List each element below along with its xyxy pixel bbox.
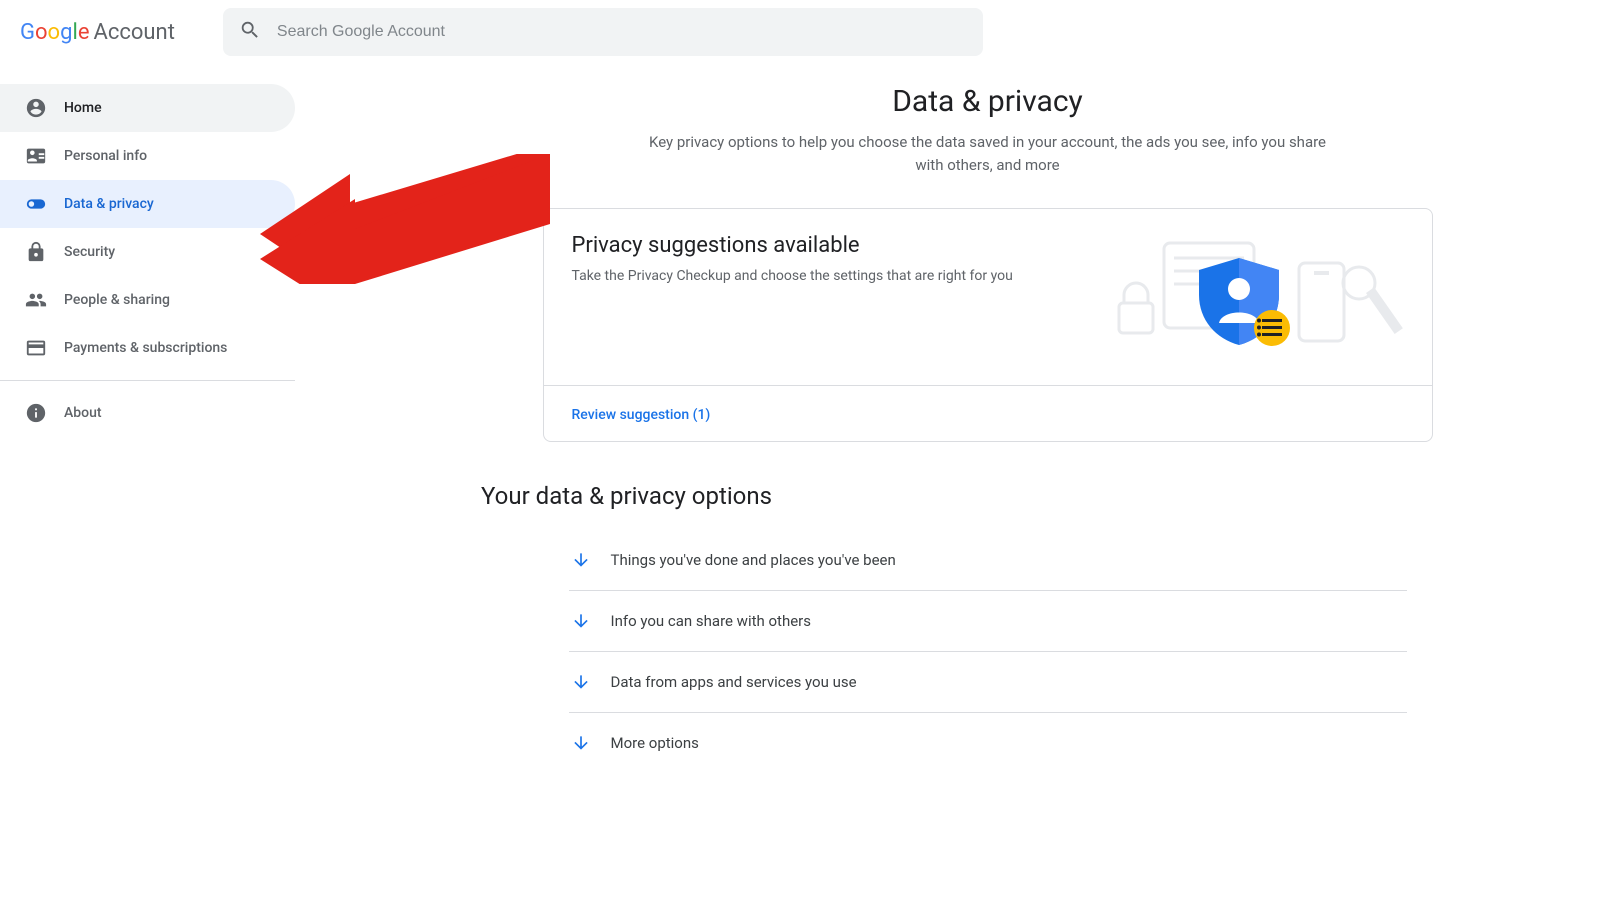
- people-icon: [24, 288, 48, 312]
- sidebar-item-label: Data & privacy: [64, 196, 154, 212]
- search-input[interactable]: [277, 23, 967, 41]
- sidebar-item-label: Home: [64, 100, 102, 116]
- account-circle-icon: [24, 96, 48, 120]
- sidebar-item-label: People & sharing: [64, 292, 170, 308]
- search-icon: [239, 19, 277, 45]
- sidebar-item-label: Personal info: [64, 148, 147, 164]
- options-list: Things you've done and places you've bee…: [543, 530, 1433, 773]
- option-label: Data from apps and services you use: [611, 673, 857, 691]
- card-icon: [24, 336, 48, 360]
- privacy-suggestions-card: Privacy suggestions available Take the P…: [543, 208, 1433, 442]
- option-label: Things you've done and places you've bee…: [611, 551, 896, 569]
- sidebar-item-label: Security: [64, 244, 115, 260]
- sidebar-item-personal-info[interactable]: Personal info: [0, 132, 295, 180]
- card-title: Privacy suggestions available: [572, 233, 1104, 258]
- search-box[interactable]: [223, 8, 983, 56]
- sidebar: Home Personal info Data & privacy Securi…: [0, 64, 295, 773]
- google-logo-text: Google: [20, 20, 89, 45]
- privacy-illustration-icon: [1104, 233, 1404, 353]
- sidebar-item-about[interactable]: About: [0, 389, 295, 437]
- card-desc: Take the Privacy Checkup and choose the …: [572, 268, 1104, 284]
- option-row-data-apps[interactable]: Data from apps and services you use: [569, 651, 1407, 712]
- page-title: Data & privacy: [455, 84, 1520, 119]
- option-row-things-done[interactable]: Things you've done and places you've bee…: [569, 530, 1407, 590]
- lock-icon: [24, 240, 48, 264]
- info-icon: [24, 401, 48, 425]
- option-label: More options: [611, 734, 699, 752]
- arrow-down-icon: [569, 548, 593, 572]
- sidebar-item-data-privacy[interactable]: Data & privacy: [0, 180, 295, 228]
- sidebar-item-payments[interactable]: Payments & subscriptions: [0, 324, 295, 372]
- sidebar-item-label: About: [64, 405, 102, 421]
- app-header: Google Account: [0, 0, 1600, 64]
- sidebar-item-label: Payments & subscriptions: [64, 340, 227, 356]
- option-label: Info you can share with others: [611, 612, 812, 630]
- arrow-down-icon: [569, 670, 593, 694]
- sidebar-item-home[interactable]: Home: [0, 84, 295, 132]
- option-row-info-share[interactable]: Info you can share with others: [569, 590, 1407, 651]
- sidebar-item-people-sharing[interactable]: People & sharing: [0, 276, 295, 324]
- sidebar-item-security[interactable]: Security: [0, 228, 295, 276]
- page-subtitle: Key privacy options to help you choose t…: [648, 131, 1328, 176]
- logo[interactable]: Google Account: [20, 20, 175, 45]
- review-suggestion-link[interactable]: Review suggestion (1): [572, 407, 711, 423]
- badge-icon: [24, 144, 48, 168]
- options-heading: Your data & privacy options: [481, 482, 1371, 510]
- arrow-down-icon: [569, 609, 593, 633]
- toggle-icon: [24, 192, 48, 216]
- option-row-more-options[interactable]: More options: [569, 712, 1407, 773]
- arrow-down-icon: [569, 731, 593, 755]
- sidebar-divider: [0, 380, 295, 381]
- account-label: Account: [93, 20, 174, 45]
- annotation-arrow-icon: [260, 154, 560, 288]
